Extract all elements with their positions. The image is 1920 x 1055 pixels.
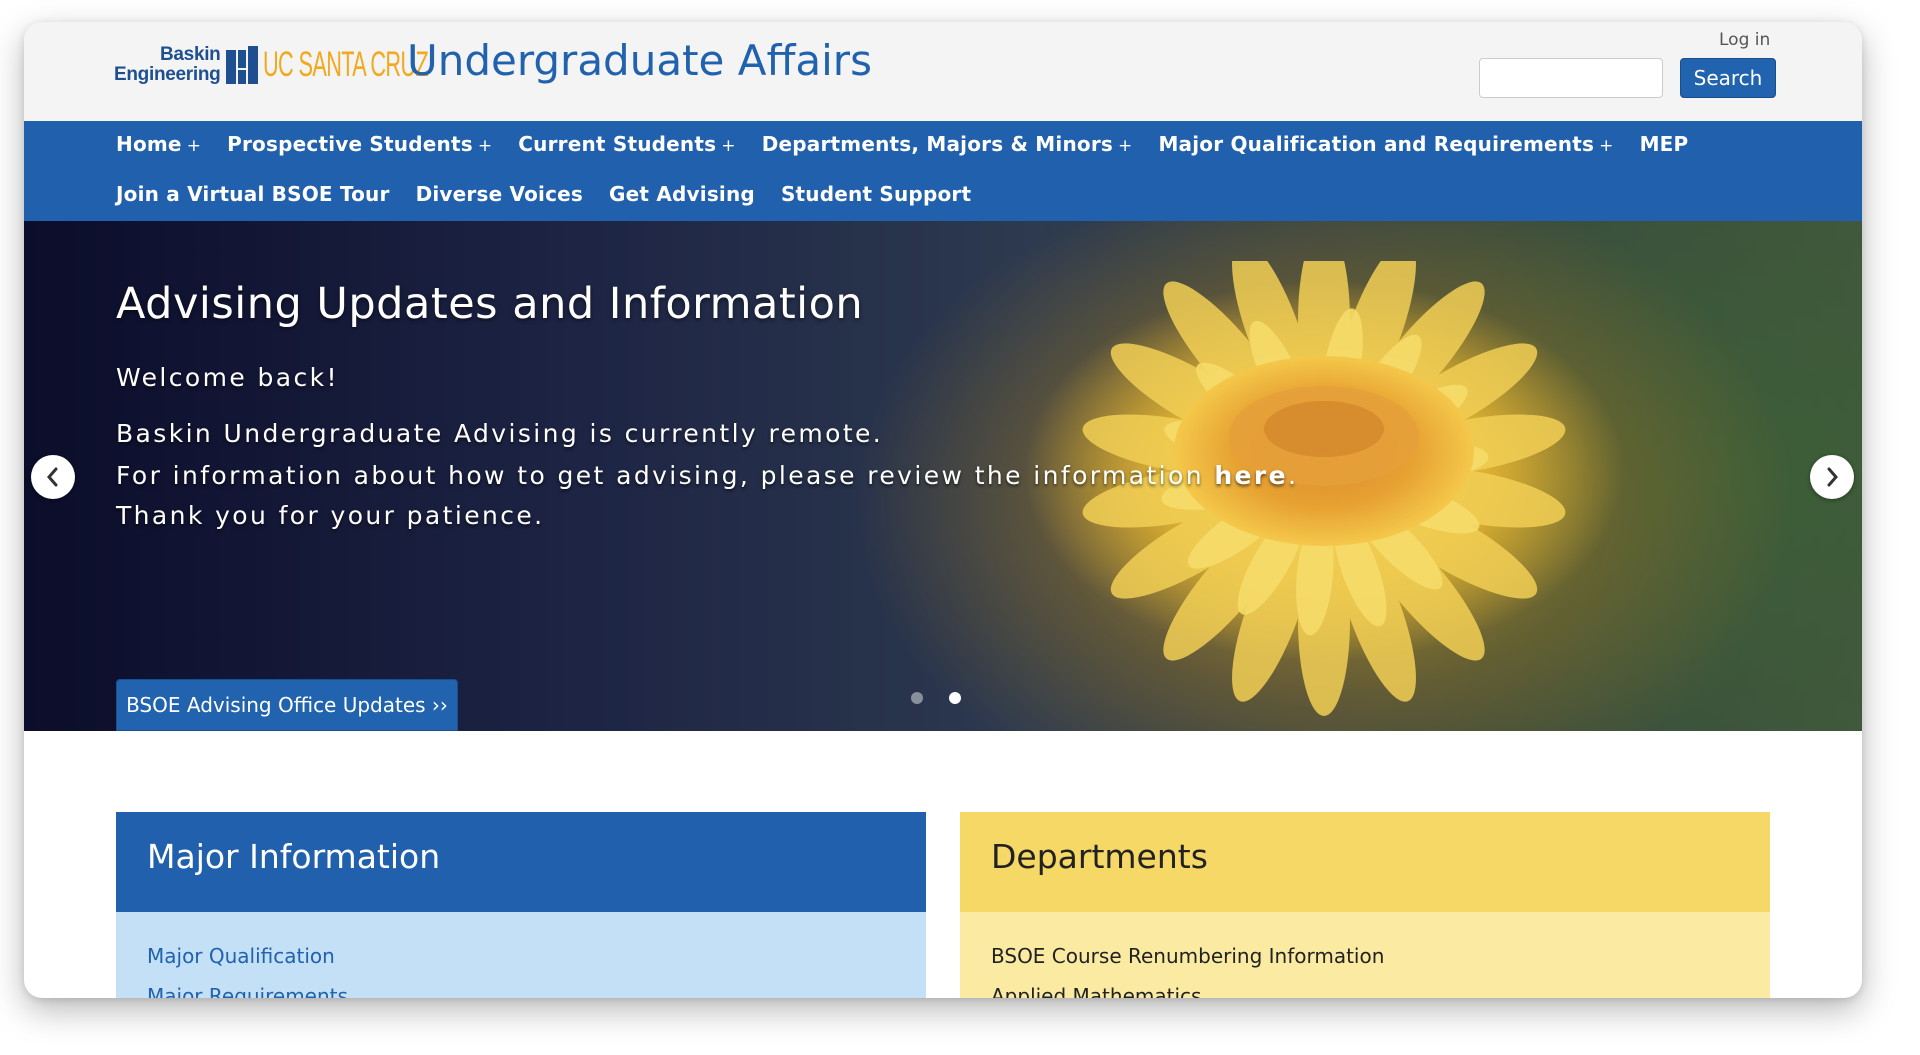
search-input[interactable]	[1479, 58, 1663, 98]
nav-label: Current Students	[518, 132, 717, 156]
applied-mathematics-link[interactable]: Applied Mathematics	[991, 976, 1739, 998]
departments-links: BSOE Course Renumbering Information Appl…	[960, 912, 1770, 998]
advising-updates-button[interactable]: BSOE Advising Office Updates ››	[116, 679, 458, 731]
nav-item-virtual-tour[interactable]: Join a Virtual BSOE Tour	[116, 179, 390, 209]
major-information-title: Major Information	[116, 812, 926, 912]
browser-window: Baskin Engineering UC SANTA CRUZ Undergr…	[24, 22, 1862, 998]
submenu-plus-icon: +	[1599, 136, 1614, 156]
nav-item-get-advising[interactable]: Get Advising	[609, 179, 755, 209]
departments-card: Departments BSOE Course Renumbering Info…	[960, 812, 1770, 998]
carousel-next-button[interactable]	[1810, 455, 1854, 499]
nav-label: MEP	[1639, 132, 1689, 156]
logo-line-engineering: Engineering	[114, 64, 221, 85]
hero-welcome: Welcome back!	[116, 363, 339, 392]
major-information-links: Major Qualification Major Requirements	[116, 912, 926, 998]
departments-title: Departments	[960, 812, 1770, 912]
submenu-plus-icon: +	[721, 136, 736, 156]
nav-item-student-support[interactable]: Student Support	[781, 179, 971, 209]
logo-line-baskin: Baskin	[159, 44, 221, 65]
carousel-dot-2[interactable]	[949, 692, 961, 704]
major-requirements-link[interactable]: Major Requirements	[147, 976, 895, 998]
nav-item-home[interactable]: Home +	[116, 129, 201, 161]
nav-label: Prospective Students	[227, 132, 473, 156]
search-button[interactable]: Search	[1680, 58, 1776, 98]
submenu-plus-icon: +	[477, 136, 493, 156]
carousel-prev-button[interactable]	[31, 455, 75, 499]
nav-row-1: Home + Prospective Students + Current Stud…	[116, 129, 1714, 161]
chevron-right-icon	[1827, 467, 1838, 487]
hero-line-info-period: .	[1287, 461, 1299, 490]
nav-label: Major Qualification and Requirements	[1158, 132, 1595, 156]
submenu-plus-icon: +	[1118, 136, 1133, 156]
ucsc-wordmark: UC SANTA CRUZ	[262, 45, 429, 84]
nav-item-prospective-students[interactable]: Prospective Students +	[227, 129, 492, 161]
carousel-indicators	[911, 692, 987, 704]
nav-item-diverse-voices[interactable]: Diverse Voices	[416, 179, 583, 209]
baskin-engineering-wordmark: Baskin Engineering	[114, 45, 221, 85]
flower-background-image	[1082, 261, 1566, 716]
nav-item-major-qualification[interactable]: Major Qualification and Requirements +	[1158, 129, 1613, 161]
course-renumbering-link[interactable]: BSOE Course Renumbering Information	[991, 936, 1739, 976]
baskin-ucsc-logo[interactable]: Baskin Engineering UC SANTA CRUZ	[114, 44, 429, 86]
nav-row-2: Join a Virtual BSOE Tour Diverse Voices …	[116, 179, 997, 209]
nav-item-mep[interactable]: MEP	[1640, 129, 1689, 161]
main-nav: Home + Prospective Students + Current Stud…	[24, 121, 1862, 221]
baskin-logo-mark-icon	[225, 46, 258, 84]
login-link[interactable]: Log in	[1719, 30, 1770, 50]
hero-carousel: Advising Updates and Information Welcome…	[24, 221, 1862, 731]
site-header: Baskin Engineering UC SANTA CRUZ Undergr…	[24, 22, 1862, 121]
hero-line-info-text: For information about how to get advisin…	[116, 461, 1215, 490]
nav-item-departments[interactable]: Departments, Majors & Minors +	[762, 129, 1133, 161]
here-link[interactable]: here	[1214, 461, 1288, 490]
site-title[interactable]: Undergraduate Affairs	[407, 36, 872, 85]
hero-line-remote: Baskin Undergraduate Advising is current…	[116, 419, 884, 448]
nav-label: Home	[116, 132, 182, 156]
chevron-left-icon	[47, 467, 58, 487]
hero-line-info: For information about how to get advisin…	[116, 461, 1298, 490]
carousel-dot-1[interactable]	[911, 692, 923, 704]
major-information-card: Major Information Major Qualification Ma…	[116, 812, 926, 998]
hero-title: Advising Updates and Information	[116, 279, 864, 329]
submenu-plus-icon: +	[186, 136, 202, 156]
major-qualification-link[interactable]: Major Qualification	[147, 936, 895, 976]
nav-label: Departments, Majors & Minors	[761, 132, 1113, 156]
nav-item-current-students[interactable]: Current Students +	[518, 129, 735, 161]
hero-line-thanks: Thank you for your patience.	[116, 501, 545, 530]
